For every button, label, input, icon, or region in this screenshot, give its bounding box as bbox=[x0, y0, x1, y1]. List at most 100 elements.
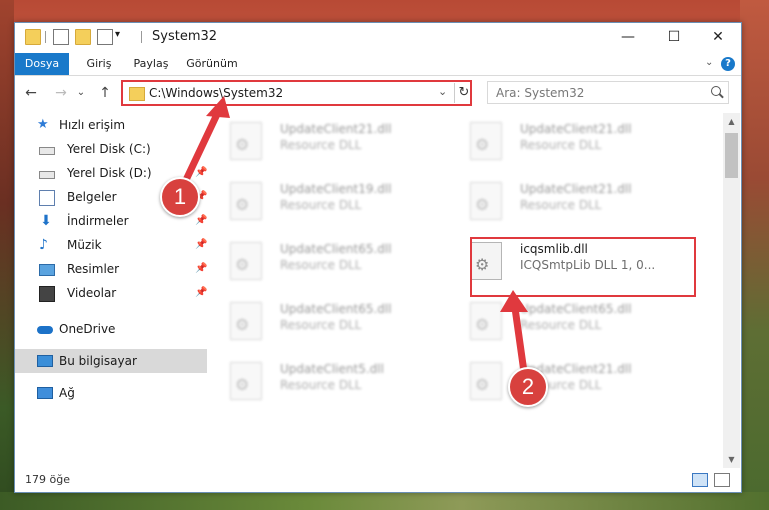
scroll-up-button[interactable]: ▲ bbox=[723, 113, 740, 130]
desktop-background-right bbox=[740, 0, 769, 510]
scroll-thumb[interactable] bbox=[725, 133, 738, 178]
search-icon[interactable] bbox=[711, 86, 721, 96]
customize-icon[interactable] bbox=[97, 29, 113, 45]
file-description: Resource DLL bbox=[520, 138, 602, 152]
address-bar[interactable]: C:\Windows\System32 ⌄ ↻ bbox=[121, 80, 472, 106]
sidebar-item-music[interactable]: ♪ Müzik 📌 bbox=[15, 233, 207, 257]
file-item[interactable]: UpdateClient65.dll Resource DLL bbox=[450, 293, 690, 349]
pin-icon[interactable]: 📌 bbox=[195, 257, 207, 281]
videos-icon bbox=[39, 286, 55, 302]
file-description: Resource DLL bbox=[520, 318, 602, 332]
file-description: Resource DLL bbox=[280, 258, 362, 272]
window-title: System32 bbox=[152, 29, 218, 44]
tab-view[interactable]: Görünüm bbox=[185, 53, 239, 75]
recent-locations-button[interactable]: ⌄ bbox=[73, 84, 89, 102]
file-description: Resource DLL bbox=[280, 198, 362, 212]
tab-share[interactable]: Paylaş bbox=[129, 53, 173, 75]
file-description: Resource DLL bbox=[520, 198, 602, 212]
file-name: UpdateClient5.dll bbox=[280, 362, 384, 376]
pin-icon[interactable]: 📌 bbox=[195, 281, 207, 305]
file-item[interactable]: UpdateClient65.dll Resource DLL bbox=[210, 293, 450, 349]
file-item[interactable]: UpdateClient21.dll Resource DLL bbox=[450, 113, 690, 169]
sidebar-item-label: OneDrive bbox=[59, 322, 116, 336]
item-count: 179 öğe bbox=[25, 473, 70, 486]
help-button[interactable]: ? bbox=[721, 57, 735, 71]
dll-file-icon bbox=[230, 182, 262, 220]
sidebar-item-pictures[interactable]: Resimler 📌 bbox=[15, 257, 207, 281]
tab-file[interactable]: Dosya bbox=[15, 53, 69, 75]
sidebar-item-videos[interactable]: Videolar 📌 bbox=[15, 281, 207, 305]
close-button[interactable]: ✕ bbox=[695, 23, 741, 51]
navigation-pane: ★ Hızlı erişim Yerel Disk (C:) Yerel Dis… bbox=[15, 113, 207, 468]
minimize-button[interactable]: — bbox=[605, 23, 651, 51]
step-2-badge: 2 bbox=[508, 367, 548, 407]
address-dropdown-button[interactable]: ⌄ bbox=[438, 85, 447, 98]
dll-file-icon bbox=[470, 182, 502, 220]
sidebar-item-network[interactable]: Ağ bbox=[15, 381, 207, 405]
dll-file-icon bbox=[230, 122, 262, 160]
scroll-down-button[interactable]: ▼ bbox=[723, 451, 740, 468]
file-item[interactable]: UpdateClient5.dll Resource DLL bbox=[210, 353, 450, 409]
music-icon: ♪ bbox=[39, 237, 48, 253]
title-bar: ▾ System32 — ☐ ✕ bbox=[15, 23, 741, 51]
file-name: UpdateClient21.dll bbox=[520, 122, 632, 136]
divider bbox=[45, 31, 46, 43]
pin-icon[interactable]: 📌 bbox=[195, 209, 207, 233]
sidebar-item-this-pc[interactable]: Bu bilgisayar bbox=[15, 349, 207, 373]
file-description: Resource DLL bbox=[280, 138, 362, 152]
folder-icon bbox=[25, 29, 41, 45]
sidebar-item-label: Belgeler bbox=[67, 190, 117, 204]
refresh-button[interactable]: ↻ bbox=[454, 83, 473, 103]
file-item[interactable]: UpdateClient65.dll Resource DLL bbox=[210, 233, 450, 289]
pictures-icon bbox=[39, 264, 55, 276]
drive-icon bbox=[39, 171, 55, 179]
step-1-badge: 1 bbox=[160, 177, 200, 217]
sidebar-item-label: Videolar bbox=[67, 286, 117, 300]
file-name: UpdateClient65.dll bbox=[520, 302, 632, 316]
file-item[interactable]: UpdateClient19.dll Resource DLL bbox=[210, 173, 450, 229]
file-item[interactable]: UpdateClient21.dll Resource DLL bbox=[450, 353, 690, 409]
file-name: UpdateClient21.dll bbox=[520, 182, 632, 196]
divider bbox=[141, 31, 142, 43]
network-icon bbox=[37, 387, 53, 399]
file-item[interactable]: UpdateClient21.dll Resource DLL bbox=[210, 113, 450, 169]
sidebar-item-label: Yerel Disk (D:) bbox=[67, 166, 152, 180]
sidebar-item-label: Resimler bbox=[67, 262, 120, 276]
back-button[interactable]: ← bbox=[23, 84, 39, 102]
large-icons-view-button[interactable] bbox=[714, 473, 730, 487]
dll-file-icon bbox=[470, 302, 502, 340]
file-name: UpdateClient19.dll bbox=[280, 182, 392, 196]
vertical-scrollbar[interactable]: ▲ ▼ bbox=[723, 113, 740, 468]
expand-ribbon-button[interactable]: ⌄ bbox=[705, 57, 713, 68]
sidebar-item-quick-access[interactable]: ★ Hızlı erişim bbox=[15, 113, 207, 137]
search-placeholder: Ara: System32 bbox=[496, 86, 585, 100]
maximize-button[interactable]: ☐ bbox=[651, 23, 697, 51]
sidebar-item-label: Bu bilgisayar bbox=[59, 354, 137, 368]
sidebar-item-local-disk-c[interactable]: Yerel Disk (C:) bbox=[15, 137, 207, 161]
sidebar-item-label: Yerel Disk (C:) bbox=[67, 142, 151, 156]
quick-access-dropdown[interactable]: ▾ bbox=[115, 29, 120, 40]
dll-file-icon bbox=[230, 242, 262, 280]
tab-home[interactable]: Giriş bbox=[81, 53, 117, 75]
dll-file-icon bbox=[230, 302, 262, 340]
sidebar-item-label: İndirmeler bbox=[67, 214, 129, 228]
file-item[interactable]: UpdateClient21.dll Resource DLL bbox=[450, 173, 690, 229]
properties-icon[interactable] bbox=[53, 29, 69, 45]
new-folder-icon[interactable] bbox=[75, 29, 91, 45]
status-bar: 179 öğe bbox=[15, 469, 741, 491]
dll-file-icon bbox=[230, 362, 262, 400]
pin-icon[interactable]: 📌 bbox=[195, 233, 207, 257]
forward-button[interactable]: → bbox=[53, 84, 69, 102]
computer-icon bbox=[37, 355, 53, 367]
star-icon: ★ bbox=[37, 117, 49, 132]
folder-icon bbox=[129, 87, 145, 101]
sidebar-item-label: Ağ bbox=[59, 386, 75, 400]
details-view-button[interactable] bbox=[692, 473, 708, 487]
file-name: UpdateClient65.dll bbox=[280, 242, 392, 256]
pin-icon[interactable]: 📌 bbox=[195, 161, 207, 185]
address-path[interactable]: C:\Windows\System32 bbox=[149, 86, 283, 100]
up-button[interactable]: ↑ bbox=[97, 84, 113, 102]
sidebar-item-onedrive[interactable]: OneDrive bbox=[15, 317, 207, 341]
drive-icon bbox=[39, 147, 55, 155]
search-input[interactable]: Ara: System32 bbox=[487, 81, 729, 104]
